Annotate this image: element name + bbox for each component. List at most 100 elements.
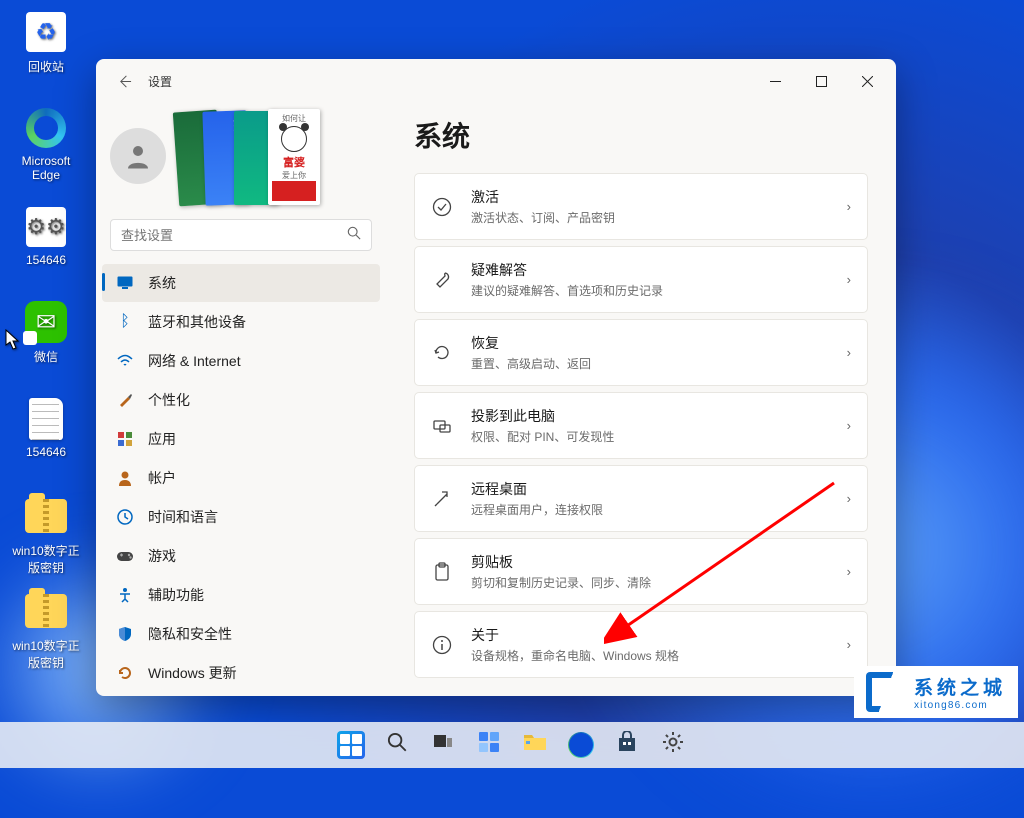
nav-item-clock[interactable]: 时间和语言 <box>102 498 380 536</box>
maximize-button[interactable] <box>798 65 844 97</box>
window-title: 设置 <box>148 73 172 90</box>
folder-icon <box>523 732 547 758</box>
desktop-icon-label: win10数字正版密钥 <box>8 637 84 671</box>
nav-list: 系统ᛒ蓝牙和其他设备网络 & Internet 个性化应用帐户时间和语言游戏辅助功… <box>100 263 382 696</box>
check-icon <box>431 197 453 217</box>
taskbar-taskview[interactable] <box>423 725 463 765</box>
taskbar <box>0 722 1024 768</box>
chevron-right-icon: › <box>847 418 851 433</box>
game-icon <box>116 549 134 563</box>
taskbar-edge[interactable] <box>561 725 601 765</box>
desktop-icon-label: 154646 <box>26 253 66 267</box>
start-button[interactable] <box>331 725 371 765</box>
desktop-icon-pref[interactable]: ⚙⚙ 154646 <box>8 205 84 267</box>
card-clip[interactable]: 剪贴板剪切和复制历史记录、同步、清除› <box>414 538 868 605</box>
taskbar-store[interactable] <box>607 725 647 765</box>
person-icon <box>123 141 153 171</box>
desktop-icon-document[interactable]: 154646 <box>8 397 84 459</box>
page-title: 系统 <box>414 115 868 155</box>
card-subtitle: 权限、配对 PIN、可发现性 <box>471 428 829 445</box>
nav-item-apps[interactable]: 应用 <box>102 420 380 458</box>
nav-item-access[interactable]: 辅助功能 <box>102 576 380 614</box>
windows-icon <box>337 731 365 759</box>
card-subtitle: 剪切和复制历史记录、同步、清除 <box>471 574 829 591</box>
taskbar-settings[interactable] <box>653 725 693 765</box>
clip-icon <box>431 562 453 582</box>
nav-item-label: 网络 & Internet <box>148 351 241 371</box>
minimize-button[interactable] <box>752 65 798 97</box>
close-icon <box>862 76 873 87</box>
card-title: 剪贴板 <box>471 552 829 572</box>
desktop-icon-label: 回收站 <box>28 58 64 75</box>
card-recover[interactable]: 恢复重置、高级启动、返回› <box>414 319 868 386</box>
taskbar-widgets[interactable] <box>469 725 509 765</box>
card-subtitle: 建议的疑难解答、首选项和历史记录 <box>471 282 829 299</box>
taskbar-explorer[interactable] <box>515 725 555 765</box>
desktop-icon-zip-2[interactable]: win10数字正版密钥 <box>8 589 84 671</box>
nav-item-shield[interactable]: 隐私和安全性 <box>102 615 380 653</box>
nav-item-label: 帐户 <box>148 468 176 488</box>
wechat-icon: ✉ <box>24 300 68 344</box>
zip-folder-icon <box>24 494 68 538</box>
apps-icon <box>116 431 134 447</box>
chevron-right-icon: › <box>847 491 851 506</box>
desktop-icon-edge[interactable]: Microsoft Edge <box>8 106 84 182</box>
document-icon <box>24 397 68 441</box>
zip-folder-icon <box>24 589 68 633</box>
profile-books-image: 全 如何让富 如何让 富婆 爱上你 <box>176 107 326 205</box>
edge-icon <box>24 106 68 150</box>
settings-window: 设置 全 如何让富 如何让 富婆 爱上你 <box>96 59 896 696</box>
card-remote[interactable]: 远程桌面远程桌面用户，连接权限› <box>414 465 868 532</box>
titlebar: 设置 <box>96 59 896 103</box>
card-title: 投影到此电脑 <box>471 406 829 426</box>
nav-item-wifi[interactable]: 网络 & Internet <box>102 342 380 380</box>
search-box[interactable] <box>110 219 372 251</box>
nav-item-display[interactable]: 系统 <box>102 264 380 302</box>
widgets-icon <box>478 731 500 759</box>
main-panel: 系统 激活激活状态、订阅、产品密钥›疑难解答建议的疑难解答、首选项和历史记录›恢… <box>386 103 896 696</box>
back-button[interactable] <box>108 65 140 97</box>
shield-icon <box>116 626 134 642</box>
clock-icon <box>116 509 134 525</box>
profile-area[interactable]: 全 如何让富 如何让 富婆 爱上你 <box>100 103 382 219</box>
avatar <box>110 128 166 184</box>
desktop-icon-zip-1[interactable]: win10数字正版密钥 <box>8 494 84 576</box>
desktop-icon-label: win10数字正版密钥 <box>8 542 84 576</box>
card-info[interactable]: 关于设备规格，重命名电脑、Windows 规格› <box>414 611 868 678</box>
recover-icon <box>431 343 453 363</box>
store-icon <box>616 731 638 759</box>
card-title: 恢复 <box>471 333 829 353</box>
nav-item-label: 应用 <box>148 429 176 449</box>
chevron-right-icon: › <box>847 637 851 652</box>
brush-icon <box>116 392 134 408</box>
nav-item-label: 蓝牙和其他设备 <box>148 312 246 332</box>
edge-icon <box>568 732 594 758</box>
nav-item-bluetooth[interactable]: ᛒ蓝牙和其他设备 <box>102 303 380 341</box>
card-subtitle: 远程桌面用户，连接权限 <box>471 501 829 518</box>
search-input[interactable] <box>121 228 347 243</box>
gear-icon <box>661 730 685 760</box>
card-wrench[interactable]: 疑难解答建议的疑难解答、首选项和历史记录› <box>414 246 868 313</box>
recycle-bin-icon <box>24 10 68 54</box>
nav-item-label: 隐私和安全性 <box>148 624 232 644</box>
taskbar-search[interactable] <box>377 725 417 765</box>
project-icon <box>431 417 453 435</box>
close-button[interactable] <box>844 65 890 97</box>
desktop-icon-label: 154646 <box>26 445 66 459</box>
gears-icon: ⚙⚙ <box>24 205 68 249</box>
chevron-right-icon: › <box>847 272 851 287</box>
watermark-url: xitong86.com <box>914 700 1006 711</box>
desktop-icon-label: 微信 <box>34 348 58 365</box>
nav-item-update[interactable]: Windows 更新 <box>102 654 380 692</box>
nav-item-label: 个性化 <box>148 390 190 410</box>
card-check[interactable]: 激活激活状态、订阅、产品密钥› <box>414 173 868 240</box>
nav-item-brush[interactable]: 个性化 <box>102 381 380 419</box>
card-project[interactable]: 投影到此电脑权限、配对 PIN、可发现性 › <box>414 392 868 459</box>
search-icon <box>347 226 361 245</box>
card-title: 关于 <box>471 625 829 645</box>
card-subtitle: 重置、高级启动、返回 <box>471 355 829 372</box>
nav-item-game[interactable]: 游戏 <box>102 537 380 575</box>
nav-item-person[interactable]: 帐户 <box>102 459 380 497</box>
desktop-icon-recycle-bin[interactable]: 回收站 <box>8 10 84 75</box>
watermark: 系统之城 xitong86.com <box>854 666 1018 718</box>
